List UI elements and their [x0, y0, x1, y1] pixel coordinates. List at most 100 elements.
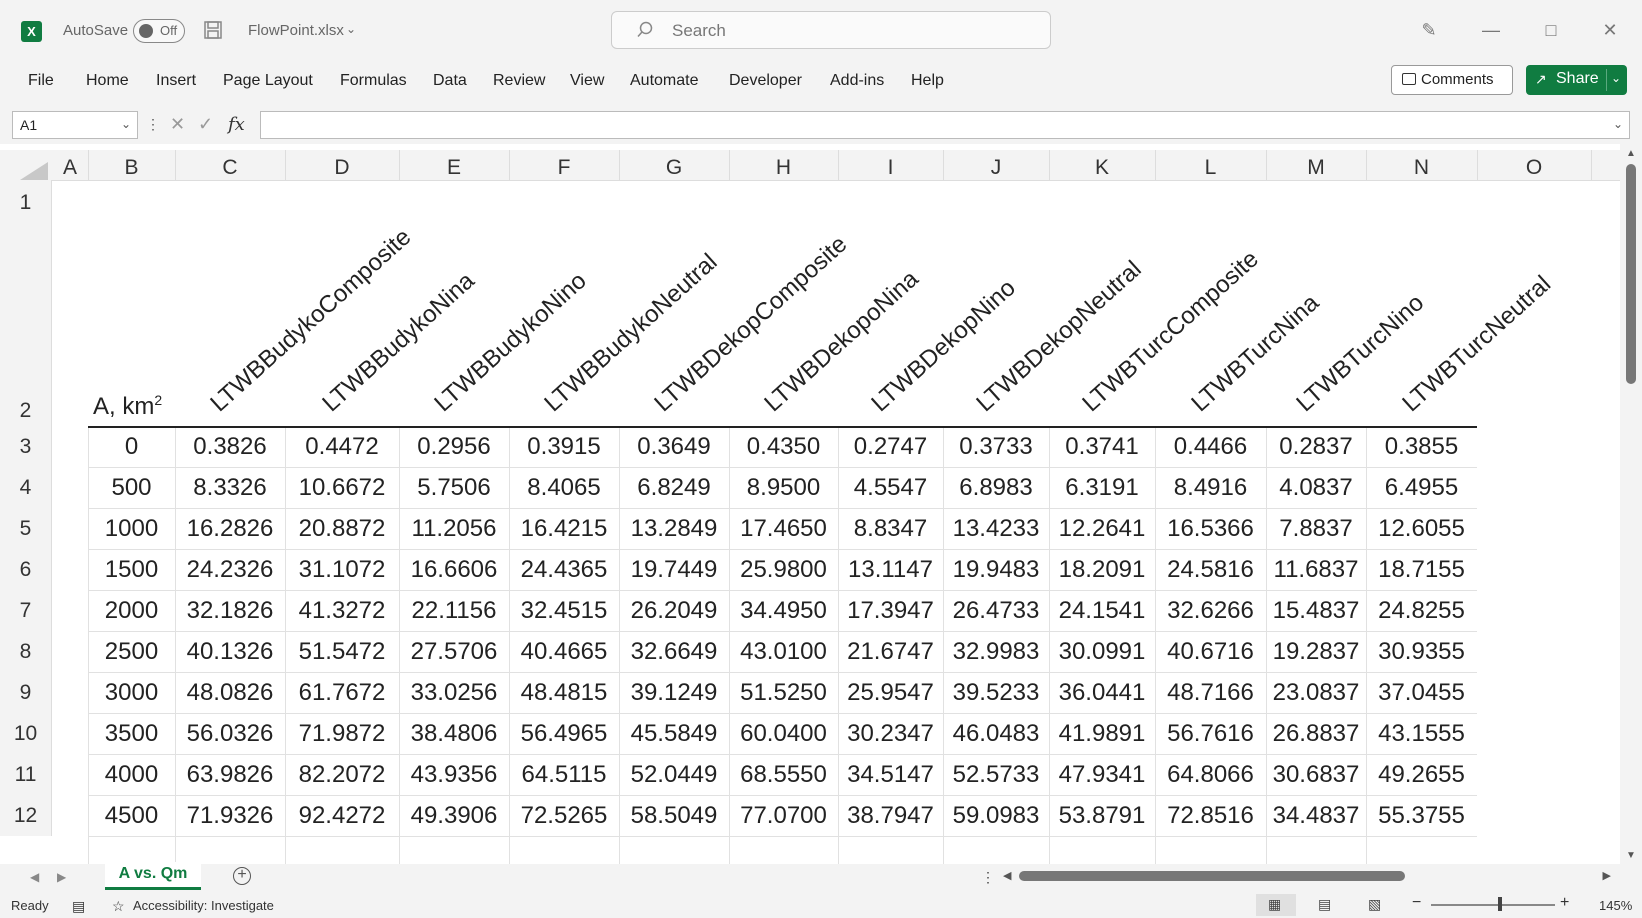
value-cell[interactable]: 12.2641	[1049, 515, 1155, 543]
value-cell[interactable]: 40.6716	[1155, 638, 1266, 666]
row-header[interactable]: 12	[0, 795, 52, 836]
column-header[interactable]: I	[838, 156, 943, 180]
value-cell[interactable]: 4.0837	[1266, 474, 1366, 502]
value-cell[interactable]: 16.2826	[175, 515, 285, 543]
value-cell[interactable]: 19.9483	[943, 556, 1049, 584]
column-header[interactable]: O	[1477, 156, 1591, 180]
sheet-prev-icon[interactable]: ◀	[30, 870, 39, 884]
value-cell[interactable]: 32.4515	[509, 597, 619, 625]
value-cell[interactable]: 60.0400	[729, 720, 838, 748]
value-cell[interactable]: 56.4965	[509, 720, 619, 748]
value-cell[interactable]: 25.9800	[729, 556, 838, 584]
value-cell[interactable]: 6.8249	[619, 474, 729, 502]
row-header[interactable]: 10	[0, 713, 52, 754]
value-cell[interactable]: 53.8791	[1049, 802, 1155, 830]
value-cell[interactable]: 40.1326	[175, 638, 285, 666]
close-icon[interactable]: ✕	[1598, 18, 1622, 42]
scroll-right-icon[interactable]: ▶	[1603, 869, 1611, 882]
value-cell[interactable]: 41.3272	[285, 597, 399, 625]
value-cell[interactable]: 48.4815	[509, 679, 619, 707]
area-cell[interactable]: 4000	[88, 761, 175, 789]
value-cell[interactable]: 77.0700	[729, 802, 838, 830]
value-cell[interactable]: 41.9891	[1049, 720, 1155, 748]
value-cell[interactable]: 71.9326	[175, 802, 285, 830]
value-cell[interactable]: 49.3906	[399, 802, 509, 830]
value-cell[interactable]: 8.4065	[509, 474, 619, 502]
zoom-in-icon[interactable]: +	[1560, 894, 1569, 912]
add-sheet-icon[interactable]: +	[233, 867, 251, 885]
area-label[interactable]: A, km2	[93, 392, 162, 421]
chevron-down-icon[interactable]: ⌄	[346, 22, 356, 36]
chevron-down-icon[interactable]: ⌄	[1613, 117, 1623, 131]
value-cell[interactable]: 92.4272	[285, 802, 399, 830]
pen-icon[interactable]: ✎	[1417, 18, 1441, 42]
value-cell[interactable]: 24.1541	[1049, 597, 1155, 625]
value-cell[interactable]: 72.5265	[509, 802, 619, 830]
value-cell[interactable]: 34.5147	[838, 761, 943, 789]
value-cell[interactable]: 47.9341	[1049, 761, 1155, 789]
value-cell[interactable]: 51.5250	[729, 679, 838, 707]
value-cell[interactable]: 24.5816	[1155, 556, 1266, 584]
value-cell[interactable]: 49.2655	[1366, 761, 1477, 789]
area-cell[interactable]: 500	[88, 474, 175, 502]
document-title[interactable]: FlowPoint.xlsx	[248, 22, 344, 39]
value-cell[interactable]: 0.2956	[399, 433, 509, 461]
value-cell[interactable]: 8.3326	[175, 474, 285, 502]
sheet-tab-active[interactable]: A vs. Qm	[105, 862, 201, 890]
value-cell[interactable]: 0.4350	[729, 433, 838, 461]
formula-input[interactable]: ⌄	[260, 111, 1630, 139]
value-cell[interactable]: 17.3947	[838, 597, 943, 625]
value-cell[interactable]: 11.6837	[1266, 556, 1366, 584]
value-cell[interactable]: 18.7155	[1366, 556, 1477, 584]
maximize-icon[interactable]: □	[1539, 18, 1563, 42]
value-cell[interactable]: 24.8255	[1366, 597, 1477, 625]
value-cell[interactable]: 0.3741	[1049, 433, 1155, 461]
value-cell[interactable]: 0.3855	[1366, 433, 1477, 461]
value-cell[interactable]: 22.1156	[399, 597, 509, 625]
horizontal-scroll-thumb[interactable]	[1019, 871, 1405, 881]
accessibility-status[interactable]: Accessibility: Investigate	[133, 898, 274, 913]
tab-help[interactable]: Help	[911, 72, 944, 90]
value-cell[interactable]: 61.7672	[285, 679, 399, 707]
value-cell[interactable]: 48.0826	[175, 679, 285, 707]
value-cell[interactable]: 7.8837	[1266, 515, 1366, 543]
value-cell[interactable]: 0.2837	[1266, 433, 1366, 461]
value-cell[interactable]: 16.4215	[509, 515, 619, 543]
value-cell[interactable]: 39.5233	[943, 679, 1049, 707]
value-cell[interactable]: 6.8983	[943, 474, 1049, 502]
value-cell[interactable]: 32.6266	[1155, 597, 1266, 625]
column-separator[interactable]	[1591, 150, 1592, 180]
value-cell[interactable]: 18.2091	[1049, 556, 1155, 584]
value-cell[interactable]: 34.4837	[1266, 802, 1366, 830]
save-icon[interactable]	[203, 20, 223, 40]
series-header[interactable]: LTWBDekopComposite	[649, 231, 853, 418]
value-cell[interactable]: 64.5115	[509, 761, 619, 789]
series-header[interactable]: LTWBTurcComposite	[1077, 245, 1264, 418]
row-header[interactable]: 8	[0, 631, 52, 672]
value-cell[interactable]: 6.4955	[1366, 474, 1477, 502]
value-cell[interactable]: 10.6672	[285, 474, 399, 502]
value-cell[interactable]: 52.0449	[619, 761, 729, 789]
series-header[interactable]: LTWBBudykoComposite	[205, 223, 417, 418]
value-cell[interactable]: 15.4837	[1266, 597, 1366, 625]
tab-review[interactable]: Review	[493, 72, 545, 90]
value-cell[interactable]: 56.0326	[175, 720, 285, 748]
row-header[interactable]: 1	[0, 180, 52, 226]
area-cell[interactable]: 2500	[88, 638, 175, 666]
row-header[interactable]: 6	[0, 549, 52, 590]
value-cell[interactable]: 17.4650	[729, 515, 838, 543]
value-cell[interactable]: 0.3649	[619, 433, 729, 461]
value-cell[interactable]: 0.2747	[838, 433, 943, 461]
more-icon[interactable]: ⋮	[146, 116, 160, 133]
horizontal-scrollbar[interactable]: ◀ ▶	[1001, 868, 1611, 884]
area-cell[interactable]: 2000	[88, 597, 175, 625]
row-header[interactable]: 11	[0, 754, 52, 795]
value-cell[interactable]: 0.3826	[175, 433, 285, 461]
value-cell[interactable]: 72.8516	[1155, 802, 1266, 830]
area-cell[interactable]: 3500	[88, 720, 175, 748]
value-cell[interactable]: 27.5706	[399, 638, 509, 666]
column-header[interactable]: M	[1266, 156, 1366, 180]
value-cell[interactable]: 55.3755	[1366, 802, 1477, 830]
column-header[interactable]: J	[943, 156, 1049, 180]
tab-view[interactable]: View	[570, 72, 604, 90]
